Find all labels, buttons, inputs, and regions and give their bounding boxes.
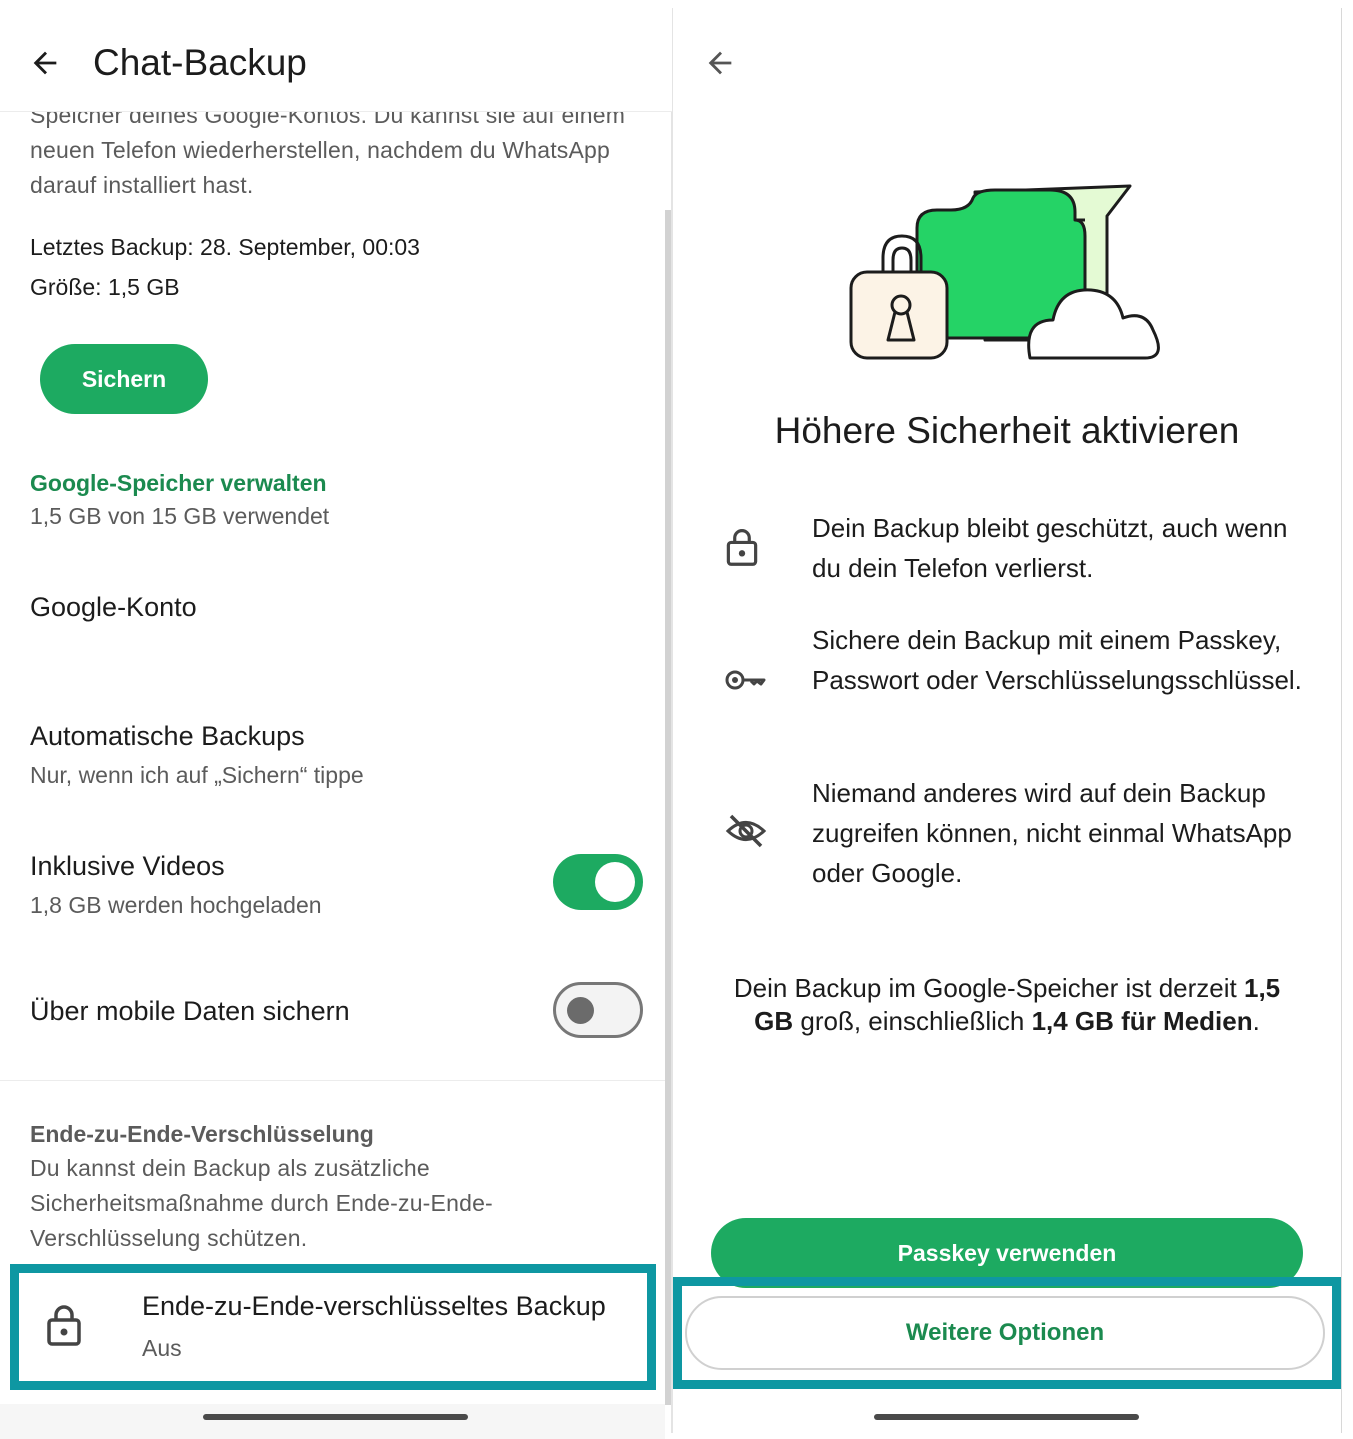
chat-backup-screen: Speicher deines Google-Kontos. Du kannst… <box>0 0 672 1439</box>
lock-icon <box>46 1303 82 1352</box>
backup-size-info: Dein Backup im Google-Speicher ist derze… <box>713 972 1301 1038</box>
screen-edge <box>1341 8 1342 1433</box>
security-title: Höhere Sicherheit aktivieren <box>774 410 1240 451</box>
eye-off-icon <box>725 812 767 855</box>
key-icon <box>725 668 767 697</box>
last-backup-text: Letztes Backup: 28. September, 00:03 <box>30 234 420 260</box>
arrow-left-icon <box>33 51 57 75</box>
arrow-left-icon <box>708 51 732 75</box>
manage-google-storage-link[interactable]: Google-Speicher verwalten <box>30 470 327 497</box>
include-videos-toggle[interactable] <box>553 854 643 910</box>
home-gesture-bar[interactable] <box>203 1414 468 1420</box>
e2e-section-heading: Ende-zu-Ende-Verschlüsselung <box>30 1121 374 1147</box>
system-nav-bar <box>0 1404 665 1439</box>
info-media: 1,4 GB für Medien <box>1031 1006 1253 1036</box>
backup-size-text: Größe: 1,5 GB <box>30 274 180 300</box>
include-videos-subtitle: 1,8 GB werden hochgeladen <box>30 892 322 918</box>
e2e-backup-status: Aus <box>142 1335 182 1361</box>
toggle-knob <box>567 997 594 1024</box>
app-bar: Chat-Backup <box>0 0 672 112</box>
section-divider <box>0 1080 665 1081</box>
auto-backups-item[interactable]: Automatische Backups <box>30 721 305 752</box>
toggle-knob <box>595 862 635 902</box>
enable-security-screen: Höhere Sicherheit aktivieren Dein Backup… <box>673 0 1341 1439</box>
back-button[interactable] <box>22 40 68 86</box>
info-text: Dein Backup im Google-Speicher ist derze… <box>733 973 1244 1003</box>
include-videos-item[interactable]: Inklusive Videos <box>30 851 225 882</box>
info-text: groß, einschließlich <box>793 1006 1032 1036</box>
e2e-section-description: Du kannst dein Backup als zusätzliche Si… <box>30 1155 493 1251</box>
security-illustration <box>849 184 1160 360</box>
home-gesture-bar[interactable] <box>874 1414 1139 1420</box>
back-button[interactable] <box>697 40 743 86</box>
feature-text-protected: Dein Backup bleibt geschützt, auch wenn … <box>812 513 1288 583</box>
info-text: . <box>1252 1006 1260 1036</box>
e2e-backup-title: Ende-zu-Ende-verschlüsseltes Backup <box>142 1291 606 1321</box>
feature-text-private: Niemand anderes wird auf dein Backup zug… <box>812 778 1292 888</box>
mobile-data-toggle[interactable] <box>553 982 643 1038</box>
storage-usage-text: 1,5 GB von 15 GB verwendet <box>30 503 330 529</box>
backup-description: Speicher deines Google-Kontos. Du kannst… <box>30 102 626 198</box>
mobile-data-item[interactable]: Über mobile Daten sichern <box>30 996 350 1027</box>
e2e-backup-item[interactable]: Ende-zu-Ende-verschlüsseltes Backup Aus <box>20 1273 647 1379</box>
more-options-button[interactable]: Weitere Optionen <box>685 1296 1325 1370</box>
auto-backups-value: Nur, wenn ich auf „Sichern“ tippe <box>30 762 364 788</box>
feature-text-passkey: Sichere dein Backup mit einem Passkey, P… <box>812 625 1302 695</box>
backup-now-button[interactable]: Sichern <box>40 344 208 414</box>
lock-icon <box>725 527 759 572</box>
page-title: Chat-Backup <box>93 42 307 83</box>
google-account-item[interactable]: Google-Konto <box>30 592 197 623</box>
